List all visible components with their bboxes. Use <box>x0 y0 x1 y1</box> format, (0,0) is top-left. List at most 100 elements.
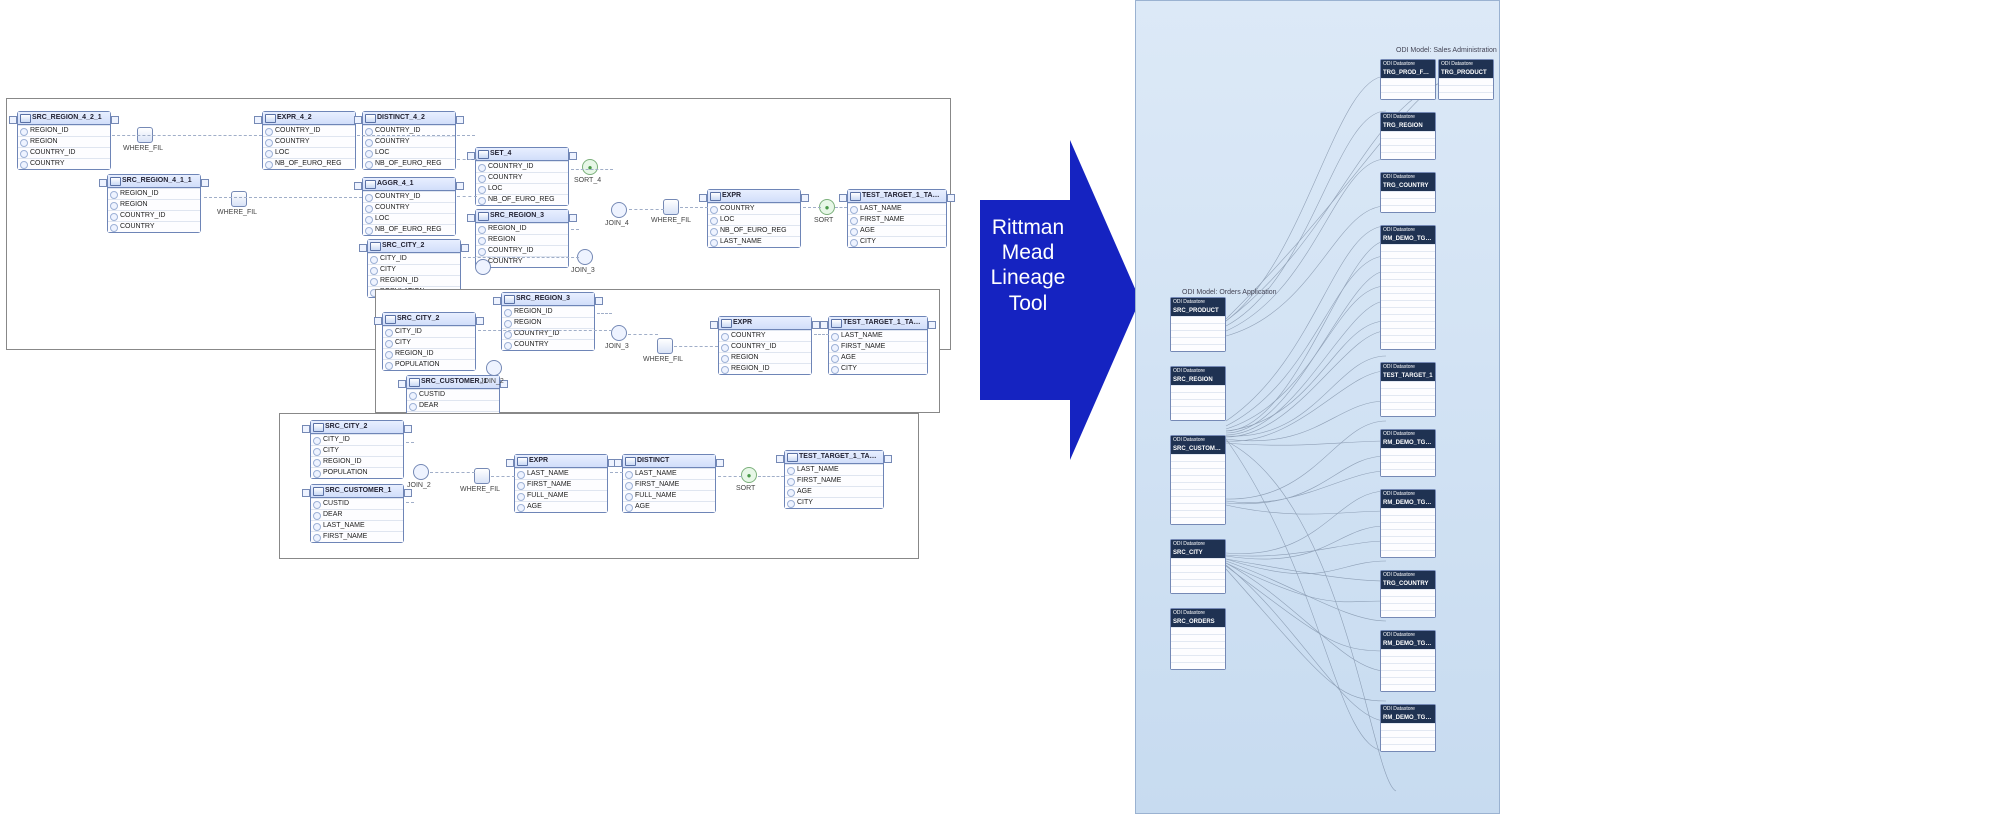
lineage-col <box>1381 536 1435 543</box>
lineage-col <box>1381 131 1435 138</box>
sort-icon[interactable] <box>819 199 835 215</box>
col: POPULATION <box>311 467 403 478</box>
col: COUNTRY_ID <box>476 245 568 256</box>
arrow-word: Rittman <box>992 216 1064 239</box>
lineage-col <box>1381 300 1435 307</box>
expr[interactable]: EXPR COUNTRY COUNTRY_ID REGION REGION_ID <box>718 316 812 375</box>
node-header: SET_4 <box>476 148 568 161</box>
expr-4-2[interactable]: EXPR_4_2 COUNTRY_ID COUNTRY LOC NB_OF_EU… <box>262 111 356 170</box>
arrow-word: Lineage <box>991 266 1066 289</box>
col: LAST_NAME <box>623 468 715 479</box>
join-icon[interactable] <box>486 360 502 376</box>
lineage-table[interactable]: ODI DatastoreTRG_REGION <box>1380 112 1436 160</box>
expr[interactable]: EXPR COUNTRY LOC NB_OF_EURO_REG LAST_NAM… <box>707 189 801 248</box>
join-icon[interactable] <box>611 202 627 218</box>
col: AGE <box>785 486 883 497</box>
lineage-col <box>1381 402 1435 409</box>
col: CITY <box>829 363 927 374</box>
src-region-3[interactable]: SRC_REGION_3 REGION_ID REGION COUNTRY_ID… <box>475 209 569 268</box>
datastore-label: ODI Datastore <box>1171 298 1225 306</box>
lineage-table[interactable]: ODI DatastoreSRC_CITY <box>1170 539 1226 594</box>
col: COUNTRY_ID <box>108 210 200 221</box>
lineage-table[interactable]: ODI DatastoreTEST_TARGET_1 <box>1380 362 1436 417</box>
src-region-421[interactable]: SRC_REGION_4_2_1 REGION_ID REGION COUNTR… <box>17 111 111 170</box>
op-label: WHERE_FIL <box>217 209 257 216</box>
col: AGE <box>623 501 715 512</box>
lineage-col <box>1381 85 1435 92</box>
node-header: EXPR_4_2 <box>263 112 355 125</box>
lineage-table[interactable]: ODI DatastoreTRG_COUNTRY <box>1380 570 1436 618</box>
filter-icon[interactable] <box>231 191 247 207</box>
op-label: WHERE_FIL <box>460 486 500 493</box>
src-region-3[interactable]: SRC_REGION_3 REGION_ID REGION COUNTRY_ID… <box>501 292 595 351</box>
col: CITY <box>785 497 883 508</box>
col: CUSTID <box>407 389 499 400</box>
lineage-table-header: TRG_PROD_FAMILY <box>1381 68 1435 78</box>
col: CITY <box>368 264 460 275</box>
expr[interactable]: EXPR LAST_NAME FIRST_NAME FULL_NAME AGE <box>514 454 608 513</box>
lineage-table[interactable]: ODI DatastoreSRC_PRODUCT <box>1170 297 1226 352</box>
sort-icon[interactable] <box>582 159 598 175</box>
col: REGION <box>476 234 568 245</box>
lineage-table-header: SRC_CITY <box>1171 548 1225 558</box>
join-icon[interactable] <box>577 249 593 265</box>
join-icon[interactable] <box>475 259 491 275</box>
op-label: WHERE_FIL <box>123 145 163 152</box>
test-target-1[interactable]: TEST_TARGET_1_TARGET LAST_NAME FIRST_NAM… <box>847 189 947 248</box>
sort-icon[interactable] <box>741 467 757 483</box>
lineage-table-header: RM_DEMO_TGT_4 <box>1381 234 1435 244</box>
lineage-table[interactable]: ODI DatastoreSRC_CUSTOMER <box>1170 435 1226 525</box>
lineage-col <box>1439 92 1493 99</box>
col: COUNTRY <box>18 158 110 169</box>
set-4[interactable]: SET_4 COUNTRY_ID COUNTRY LOC NB_OF_EURO_… <box>475 147 569 206</box>
filter-icon[interactable] <box>663 199 679 215</box>
src-city-2[interactable]: SRC_CITY_2 CITY_ID CITY REGION_ID POPULA… <box>310 420 404 479</box>
model-title-sales: ODI Model: Sales Administration <box>1396 47 1497 54</box>
node-header: SRC_CITY_2 <box>383 313 475 326</box>
lineage-col <box>1381 335 1435 342</box>
lineage-table[interactable]: ODI DatastoreTRG_PRODUCT <box>1438 59 1494 100</box>
src-region-411[interactable]: SRC_REGION_4_1_1 REGION_ID REGION COUNTR… <box>107 174 201 233</box>
lineage-col <box>1171 454 1225 461</box>
col: CITY_ID <box>311 434 403 445</box>
filter-icon[interactable] <box>657 338 673 354</box>
lineage-table[interactable]: ODI DatastoreRM_DEMO_TGT_5 <box>1380 429 1436 477</box>
lineage-table[interactable]: ODI DatastoreTRG_PROD_FAMILY <box>1380 59 1436 100</box>
lineage-col <box>1171 558 1225 565</box>
lineage-table[interactable]: ODI DatastoreRM_DEMO_TGT_4 <box>1380 225 1436 350</box>
col: LOC <box>363 213 455 224</box>
join-icon[interactable] <box>611 325 627 341</box>
filter-icon[interactable] <box>474 468 490 484</box>
lineage-table-header: SRC_ORDERS <box>1171 617 1225 627</box>
lineage-table[interactable]: ODI DatastoreRM_DEMO_TGT_2 <box>1380 630 1436 692</box>
lineage-col <box>1381 723 1435 730</box>
node-header: TEST_TARGET_1_TARGET <box>785 451 883 464</box>
lineage-table[interactable]: ODI DatastoreRM_DEMO_TGT_6 <box>1380 704 1436 752</box>
test-target-1[interactable]: TEST_TARGET_1_TARGET LAST_NAME FIRST_NAM… <box>828 316 928 375</box>
lineage-col <box>1381 272 1435 279</box>
distinct[interactable]: DISTINCT LAST_NAME FIRST_NAME FULL_NAME … <box>622 454 716 513</box>
aggr-4-1[interactable]: AGGR_4_1 COUNTRY_ID COUNTRY LOC NB_OF_EU… <box>362 177 456 236</box>
col: COUNTRY_ID <box>363 191 455 202</box>
datastore-label: ODI Datastore <box>1381 113 1435 121</box>
distinct-4-2[interactable]: DISTINCT_4_2 COUNTRY_ID COUNTRY LOC NB_O… <box>362 111 456 170</box>
join-icon[interactable] <box>413 464 429 480</box>
src-city-2[interactable]: SRC_CITY_2 CITY_ID CITY REGION_ID POPULA… <box>382 312 476 371</box>
lineage-col <box>1171 634 1225 641</box>
col: CITY <box>383 337 475 348</box>
col: NB_OF_EURO_REG <box>708 225 800 236</box>
lineage-table[interactable]: ODI DatastoreTRG_COUNTRY <box>1380 172 1436 213</box>
src-customer-1[interactable]: SRC_CUSTOMER_1 CUSTID DEAR LAST_NAME FIR… <box>310 484 404 543</box>
lineage-table[interactable]: ODI DatastoreSRC_ORDERS <box>1170 608 1226 670</box>
test-target-1[interactable]: TEST_TARGET_1_TARGET LAST_NAME FIRST_NAM… <box>784 450 884 509</box>
col: REGION_ID <box>18 125 110 136</box>
mapping-panel-3: SRC_CITY_2 CITY_ID CITY REGION_ID POPULA… <box>279 413 919 559</box>
col: REGION_ID <box>311 456 403 467</box>
col: FIRST_NAME <box>785 475 883 486</box>
lineage-table[interactable]: ODI DatastoreSRC_REGION <box>1170 366 1226 421</box>
lineage-col <box>1381 448 1435 455</box>
lineage-table[interactable]: ODI DatastoreRM_DEMO_TGT_2_1 <box>1380 489 1436 558</box>
col: COUNTRY_ID <box>476 161 568 172</box>
op-label: WHERE_FIL <box>643 356 683 363</box>
lineage-col <box>1381 279 1435 286</box>
